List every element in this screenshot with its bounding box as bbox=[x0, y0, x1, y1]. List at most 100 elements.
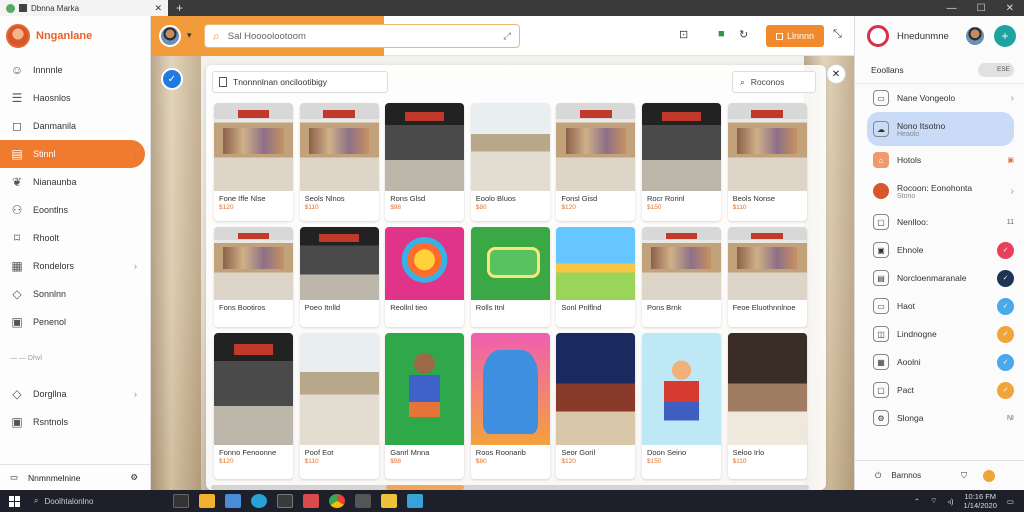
store-card[interactable]: Doon Seino $150 bbox=[641, 333, 721, 479]
browser-tab-active[interactable]: Dbnna Marka ✕ bbox=[0, 0, 168, 16]
store-card[interactable]: Fonno Fenoonne $120 bbox=[214, 333, 293, 479]
store-card[interactable]: Seor Goril $120 bbox=[556, 333, 636, 479]
app-icon[interactable] bbox=[381, 494, 397, 508]
status-dot-icon[interactable]: ✓ bbox=[997, 269, 1014, 287]
store-card[interactable]: Reollnl tieo bbox=[385, 227, 465, 327]
shield-icon[interactable]: ⛉ bbox=[961, 471, 967, 481]
search-bar[interactable]: ⌕ Sal Hoooolootoom ⤢ bbox=[204, 24, 520, 48]
sidebar-item[interactable]: ▣ Rsntnols bbox=[0, 408, 145, 436]
sidebar-footer[interactable]: ▭ Nnmnmelnine ⚙ bbox=[0, 464, 150, 490]
right-list-item[interactable]: ▣ Ehnole ✓ bbox=[855, 236, 1024, 264]
sidebar-item[interactable]: ▤ Stinnl › bbox=[0, 140, 145, 168]
right-list-item[interactable]: ▭ Nane Vongeolo › bbox=[855, 84, 1024, 112]
sidebar-item[interactable]: ◻ Danmanila bbox=[0, 112, 145, 140]
sidebar-item[interactable]: ❦ Nianaunba bbox=[0, 168, 145, 196]
panel-search[interactable]: ⌕ Roconos bbox=[732, 71, 816, 93]
store-card[interactable]: Rolls Itnl bbox=[470, 227, 550, 327]
store-card[interactable]: Seols Nlnos $110 bbox=[299, 103, 379, 221]
sidebar-item[interactable]: ⚇ Eoontlns bbox=[0, 196, 145, 224]
status-dot-icon[interactable]: ✓ bbox=[997, 381, 1014, 399]
settings-gear-icon[interactable]: ⚙ bbox=[130, 472, 138, 483]
close-window-button[interactable]: ✕ bbox=[1006, 3, 1014, 14]
right-list-item[interactable]: ▦ Aoolni ✓ bbox=[855, 348, 1024, 376]
user-avatar[interactable] bbox=[159, 25, 181, 47]
notification-bubble[interactable]: ✓ bbox=[161, 68, 183, 90]
maximize-button[interactable]: ☐ bbox=[977, 3, 986, 14]
voice-icon[interactable]: ⤢ bbox=[503, 31, 511, 42]
search-input[interactable]: Sal Hoooolootoom bbox=[228, 31, 306, 42]
right-list-item[interactable]: ⌂ Hotols ▣ bbox=[855, 146, 1024, 174]
volume-icon[interactable]: ◃) bbox=[947, 497, 953, 506]
store-card[interactable]: Sonl Pnlflnd bbox=[556, 227, 636, 327]
sidebar-item[interactable]: ⌑ Rhoolt bbox=[0, 224, 145, 252]
sidebar-item[interactable]: ◇ Dorgllna › bbox=[0, 380, 145, 408]
store-card[interactable]: Rocr Rorinl $150 bbox=[641, 103, 721, 221]
network-icon[interactable]: ⌔ bbox=[930, 496, 937, 506]
section-toggle[interactable]: ESE bbox=[978, 62, 1014, 77]
screen-icon[interactable]: ⊡ bbox=[679, 28, 688, 41]
status-dot-icon[interactable]: ✓ bbox=[997, 297, 1014, 315]
taskbar-search[interactable]: ⌕ Doolhtalonlno bbox=[28, 492, 168, 510]
status-dot-icon[interactable]: ✓ bbox=[997, 353, 1014, 371]
status-dot-icon[interactable]: ✓ bbox=[997, 325, 1014, 343]
store-thumbnail bbox=[470, 103, 550, 191]
chevron-up-icon[interactable]: ⌃ bbox=[914, 497, 920, 506]
app-icon[interactable] bbox=[303, 494, 319, 508]
task-view-icon[interactable] bbox=[173, 494, 189, 508]
sidebar-item[interactable]: ▦ Rondelors › bbox=[0, 252, 145, 280]
sidebar-item[interactable]: ▣ Penenol bbox=[0, 308, 145, 336]
right-list-item[interactable]: ▭ Haot ✓ bbox=[855, 292, 1024, 320]
refresh-icon[interactable]: ↻ bbox=[739, 28, 748, 41]
store-card[interactable]: Roos Roonarib $80 bbox=[470, 333, 550, 479]
edge-icon[interactable] bbox=[251, 494, 267, 508]
bookmark-icon[interactable]: ■ bbox=[718, 28, 725, 40]
store-card[interactable]: Fons Bootiros bbox=[214, 227, 293, 327]
new-tab-button[interactable]: + bbox=[176, 1, 183, 15]
tab-close-icon[interactable]: ✕ bbox=[154, 3, 162, 14]
add-button[interactable]: + bbox=[994, 25, 1016, 47]
store-card[interactable]: Pons Brnk bbox=[641, 227, 721, 327]
chrome-icon[interactable] bbox=[329, 494, 345, 508]
store-app-icon[interactable] bbox=[277, 494, 293, 508]
store-card[interactable]: Rons Glsd $98 bbox=[385, 103, 465, 221]
main-content: ✓ ✕ Tnonnnlnan oncilootibigy ⌕ Roconos F… bbox=[151, 56, 854, 490]
chevron-down-icon[interactable]: ▾ bbox=[187, 30, 192, 41]
right-list-item[interactable]: ● Rocoon: Eonohonta Stono › bbox=[855, 174, 1024, 208]
start-button[interactable] bbox=[0, 495, 28, 507]
status-dot-icon[interactable]: ✓ bbox=[997, 241, 1014, 259]
close-panel-button[interactable]: ✕ bbox=[826, 64, 846, 84]
store-card-price: $98 bbox=[390, 204, 402, 211]
expand-icon[interactable]: ⤡ bbox=[833, 28, 842, 41]
topbar-action-button[interactable]: Llnnnn bbox=[766, 25, 824, 47]
store-card[interactable]: Poof Eot $110 bbox=[299, 333, 379, 479]
store-card[interactable]: Beols Nonse $110 bbox=[727, 103, 807, 221]
right-list-item[interactable]: ☁ Nono Itsotno Heaolo bbox=[867, 112, 1014, 146]
store-card[interactable]: Feoe Eluothnnlnoe bbox=[727, 227, 807, 327]
status-orb[interactable] bbox=[983, 469, 996, 482]
mail-icon[interactable] bbox=[225, 494, 241, 508]
app-icon[interactable] bbox=[407, 494, 423, 508]
right-list-item[interactable]: ▤ Norcloenmaranale ✓ bbox=[855, 264, 1024, 292]
clock[interactable]: 10:16 FM 1/14/2020 bbox=[964, 492, 997, 510]
profile-avatar[interactable] bbox=[964, 25, 986, 47]
store-card[interactable]: Fone Iffe Nlse $120 bbox=[214, 103, 293, 221]
breadcrumb[interactable]: Tnonnnlnan oncilootibigy bbox=[212, 71, 388, 93]
right-list-item[interactable]: ◫ Lindnogne ✓ bbox=[855, 320, 1024, 348]
notifications-icon[interactable]: ▭ bbox=[1007, 497, 1014, 506]
right-list-item[interactable]: ▢ Pact ✓ bbox=[855, 376, 1024, 404]
power-icon[interactable]: ⏻ bbox=[875, 471, 881, 481]
store-card[interactable]: Poeo Itnlld bbox=[299, 227, 379, 327]
sidebar-item[interactable]: ☺ Innnnle bbox=[0, 56, 145, 84]
minimize-button[interactable]: — bbox=[947, 3, 957, 14]
right-list-item[interactable]: ▢ Nenlloo: 11 bbox=[855, 208, 1024, 236]
store-card[interactable]: Fonsl Gisd $120 bbox=[556, 103, 636, 221]
sidebar-item[interactable]: ◇ Sonnlnn bbox=[0, 280, 145, 308]
store-card[interactable]: Seloo Irlo $110 bbox=[727, 333, 807, 479]
app-icon[interactable] bbox=[355, 494, 371, 508]
brand[interactable]: Nnganlane bbox=[0, 16, 150, 56]
file-explorer-icon[interactable] bbox=[199, 494, 215, 508]
store-card[interactable]: Ganrl Mnna $98 bbox=[385, 333, 465, 479]
sidebar-item[interactable]: ☰ Haosnlos bbox=[0, 84, 145, 112]
right-list-item[interactable]: ⚙ Slonga NI bbox=[855, 404, 1024, 432]
store-card[interactable]: Eoolo Bluos $80 bbox=[470, 103, 550, 221]
